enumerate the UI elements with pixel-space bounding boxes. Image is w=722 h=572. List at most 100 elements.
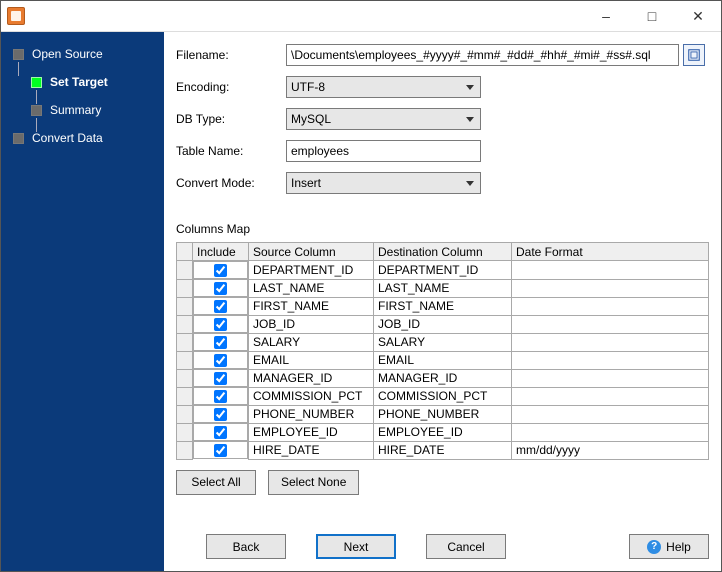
browse-icon: [687, 48, 701, 62]
minimize-button[interactable]: –: [583, 1, 629, 31]
row-header[interactable]: [177, 333, 193, 351]
table-row[interactable]: COMMISSION_PCTCOMMISSION_PCT: [177, 387, 709, 405]
col-dest[interactable]: Destination Column: [374, 243, 512, 261]
include-checkbox[interactable]: [214, 300, 227, 313]
row-header[interactable]: [177, 351, 193, 369]
datefmt-cell[interactable]: [512, 315, 709, 333]
help-button-label: Help: [666, 540, 691, 554]
datefmt-cell[interactable]: [512, 405, 709, 423]
table-row[interactable]: FIRST_NAMEFIRST_NAME: [177, 297, 709, 315]
datefmt-cell[interactable]: [512, 261, 709, 280]
dbtype-select[interactable]: MySQL: [286, 108, 481, 130]
row-header[interactable]: [177, 279, 193, 297]
sidebar-step-0[interactable]: Open Source: [13, 40, 164, 68]
include-checkbox[interactable]: [214, 426, 227, 439]
datefmt-cell[interactable]: mm/dd/yyyy: [512, 441, 709, 459]
tablename-input[interactable]: [286, 140, 481, 162]
include-checkbox[interactable]: [214, 408, 227, 421]
table-row[interactable]: JOB_IDJOB_ID: [177, 315, 709, 333]
table-row[interactable]: DEPARTMENT_IDDEPARTMENT_ID: [177, 261, 709, 280]
sidebar-step-1[interactable]: Set Target: [31, 68, 164, 96]
table-row[interactable]: LAST_NAMELAST_NAME: [177, 279, 709, 297]
step-label: Convert Data: [32, 131, 103, 145]
source-cell[interactable]: EMPLOYEE_ID: [249, 423, 374, 441]
row-header[interactable]: [177, 405, 193, 423]
sidebar-step-2[interactable]: Summary: [31, 96, 164, 124]
dest-cell[interactable]: FIRST_NAME: [374, 297, 512, 315]
dest-cell[interactable]: EMAIL: [374, 351, 512, 369]
grid-corner: [177, 243, 193, 261]
row-header[interactable]: [177, 441, 193, 459]
help-button[interactable]: ? Help: [629, 534, 709, 559]
dest-cell[interactable]: LAST_NAME: [374, 279, 512, 297]
source-cell[interactable]: JOB_ID: [249, 315, 374, 333]
cancel-button[interactable]: Cancel: [426, 534, 506, 559]
step-node-icon: [13, 49, 24, 60]
filename-input[interactable]: [286, 44, 679, 66]
step-label: Summary: [50, 103, 101, 117]
browse-file-button[interactable]: [683, 44, 705, 66]
maximize-button[interactable]: □: [629, 1, 675, 31]
include-checkbox[interactable]: [214, 390, 227, 403]
select-all-button[interactable]: Select All: [176, 470, 256, 495]
dest-cell[interactable]: EMPLOYEE_ID: [374, 423, 512, 441]
next-button[interactable]: Next: [316, 534, 396, 559]
convertmode-select[interactable]: Insert: [286, 172, 481, 194]
source-cell[interactable]: EMAIL: [249, 351, 374, 369]
source-cell[interactable]: SALARY: [249, 333, 374, 351]
dest-cell[interactable]: MANAGER_ID: [374, 369, 512, 387]
include-checkbox[interactable]: [214, 336, 227, 349]
row-header[interactable]: [177, 297, 193, 315]
dest-cell[interactable]: JOB_ID: [374, 315, 512, 333]
row-header[interactable]: [177, 261, 193, 280]
table-row[interactable]: SALARYSALARY: [177, 333, 709, 351]
datefmt-cell[interactable]: [512, 279, 709, 297]
back-button[interactable]: Back: [206, 534, 286, 559]
dest-cell[interactable]: SALARY: [374, 333, 512, 351]
wizard-content: Filename: Encoding: UTF-8 DB Type: MySQL…: [164, 32, 721, 571]
encoding-label: Encoding:: [176, 80, 286, 94]
source-cell[interactable]: FIRST_NAME: [249, 297, 374, 315]
table-row[interactable]: EMAILEMAIL: [177, 351, 709, 369]
datefmt-cell[interactable]: [512, 369, 709, 387]
table-row[interactable]: EMPLOYEE_IDEMPLOYEE_ID: [177, 423, 709, 441]
encoding-select[interactable]: UTF-8: [286, 76, 481, 98]
col-include[interactable]: Include: [193, 243, 249, 261]
step-node-icon: [13, 133, 24, 144]
dest-cell[interactable]: HIRE_DATE: [374, 441, 512, 459]
row-header[interactable]: [177, 387, 193, 405]
include-checkbox[interactable]: [214, 372, 227, 385]
row-header[interactable]: [177, 369, 193, 387]
datefmt-cell[interactable]: [512, 387, 709, 405]
source-cell[interactable]: LAST_NAME: [249, 279, 374, 297]
table-row[interactable]: PHONE_NUMBERPHONE_NUMBER: [177, 405, 709, 423]
col-datefmt[interactable]: Date Format: [512, 243, 709, 261]
include-checkbox[interactable]: [214, 318, 227, 331]
include-checkbox[interactable]: [214, 444, 227, 457]
row-header[interactable]: [177, 315, 193, 333]
source-cell[interactable]: PHONE_NUMBER: [249, 405, 374, 423]
datefmt-cell[interactable]: [512, 333, 709, 351]
include-checkbox[interactable]: [214, 282, 227, 295]
dest-cell[interactable]: PHONE_NUMBER: [374, 405, 512, 423]
app-icon: [7, 7, 25, 25]
select-none-button[interactable]: Select None: [268, 470, 359, 495]
table-row[interactable]: HIRE_DATEHIRE_DATEmm/dd/yyyy: [177, 441, 709, 459]
include-checkbox[interactable]: [214, 354, 227, 367]
sidebar-step-3[interactable]: Convert Data: [13, 124, 164, 152]
include-checkbox[interactable]: [214, 264, 227, 277]
source-cell[interactable]: HIRE_DATE: [249, 441, 374, 459]
col-source[interactable]: Source Column: [249, 243, 374, 261]
table-row[interactable]: MANAGER_IDMANAGER_ID: [177, 369, 709, 387]
datefmt-cell[interactable]: [512, 423, 709, 441]
tablename-label: Table Name:: [176, 144, 286, 158]
dest-cell[interactable]: COMMISSION_PCT: [374, 387, 512, 405]
source-cell[interactable]: COMMISSION_PCT: [249, 387, 374, 405]
close-button[interactable]: ✕: [675, 1, 721, 31]
dest-cell[interactable]: DEPARTMENT_ID: [374, 261, 512, 280]
source-cell[interactable]: DEPARTMENT_ID: [249, 261, 374, 280]
source-cell[interactable]: MANAGER_ID: [249, 369, 374, 387]
datefmt-cell[interactable]: [512, 297, 709, 315]
row-header[interactable]: [177, 423, 193, 441]
datefmt-cell[interactable]: [512, 351, 709, 369]
